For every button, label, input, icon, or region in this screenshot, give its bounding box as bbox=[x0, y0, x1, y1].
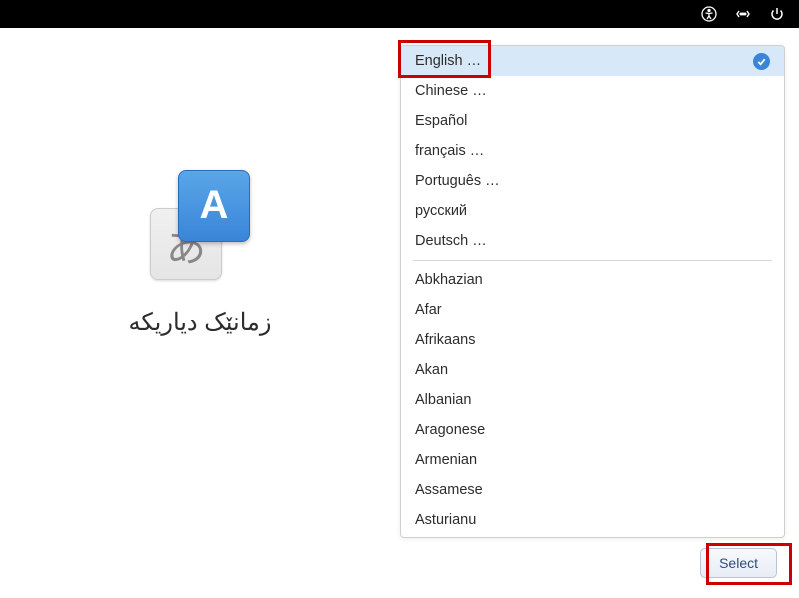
language-item[interactable]: Afrikaans bbox=[401, 325, 784, 355]
content-area: あ A زمانێک دیاریکە English … Chinese … Esp… bbox=[0, 28, 799, 598]
language-label: Albanian bbox=[415, 392, 471, 408]
language-label: Afrikaans bbox=[415, 332, 475, 348]
language-label: Aragonese bbox=[415, 422, 485, 438]
left-panel: あ A زمانێک دیاریکە bbox=[0, 28, 400, 598]
language-item[interactable]: Afar bbox=[401, 295, 784, 325]
language-item[interactable]: Português … bbox=[401, 166, 784, 196]
language-item[interactable]: Asturianu bbox=[401, 505, 784, 535]
language-item[interactable]: Español bbox=[401, 106, 784, 136]
language-label: русский bbox=[415, 203, 467, 219]
language-item[interactable]: English … bbox=[401, 46, 784, 76]
language-item[interactable]: Abkhazian bbox=[401, 265, 784, 295]
select-button[interactable]: Select bbox=[700, 548, 777, 578]
language-label: Assamese bbox=[415, 482, 483, 498]
language-item[interactable]: Armenian bbox=[401, 445, 784, 475]
language-label: Deutsch … bbox=[415, 233, 487, 249]
language-item[interactable]: русский bbox=[401, 196, 784, 226]
check-icon bbox=[753, 53, 770, 70]
language-label: Português … bbox=[415, 173, 500, 189]
list-separator bbox=[413, 260, 772, 261]
language-item[interactable]: Aragonese bbox=[401, 415, 784, 445]
language-label: Español bbox=[415, 113, 467, 129]
language-label: Armenian bbox=[415, 452, 477, 468]
language-item[interactable]: français … bbox=[401, 136, 784, 166]
language-item[interactable]: Chinese … bbox=[401, 76, 784, 106]
language-label: Chinese … bbox=[415, 83, 487, 99]
language-icon: あ A bbox=[140, 170, 260, 280]
icon-glyph-front: A bbox=[178, 170, 250, 242]
right-panel: English … Chinese … Español français … Portu… bbox=[400, 28, 799, 598]
network-icon[interactable] bbox=[735, 6, 751, 22]
page-title: زمانێک دیاریکە bbox=[129, 308, 272, 337]
language-item[interactable]: Albanian bbox=[401, 385, 784, 415]
language-label: English … bbox=[415, 53, 481, 69]
power-icon[interactable] bbox=[769, 6, 785, 22]
language-item[interactable]: Deutsch … bbox=[401, 226, 784, 256]
language-label: Abkhazian bbox=[415, 272, 483, 288]
language-list[interactable]: English … Chinese … Español français … Portu… bbox=[400, 45, 785, 538]
language-item[interactable]: Assamese bbox=[401, 475, 784, 505]
accessibility-icon[interactable] bbox=[701, 6, 717, 22]
language-label: français … bbox=[415, 143, 484, 159]
language-label: Akan bbox=[415, 362, 448, 378]
language-item[interactable]: Akan bbox=[401, 355, 784, 385]
language-label: Asturianu bbox=[415, 512, 476, 528]
top-bar bbox=[0, 0, 799, 28]
language-label: Afar bbox=[415, 302, 442, 318]
